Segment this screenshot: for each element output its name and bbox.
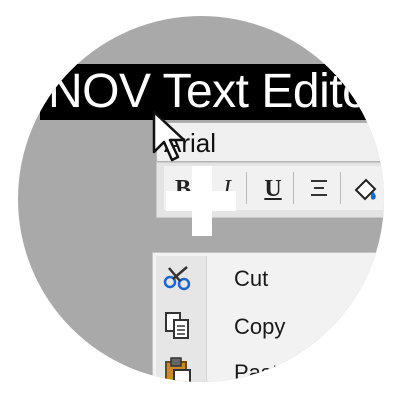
fill-color-icon[interactable] — [348, 172, 382, 206]
scissors-icon — [163, 266, 191, 291]
window-title: NOV Text Editor — [48, 65, 384, 118]
menu-item-label: Copy — [234, 314, 286, 339]
menu-item-label: Paste — [234, 360, 291, 382]
arrow-cursor-icon — [152, 110, 186, 162]
crosshair-cursor-icon — [166, 191, 236, 211]
menu-item-cut[interactable]: Cut — [156, 260, 384, 300]
copy-icon — [165, 312, 189, 339]
magnifier-lens: NOV Text Editor Arial B I U Cut Copy Pas… — [18, 16, 384, 382]
underline-button[interactable]: U — [256, 172, 290, 206]
paste-icon — [165, 357, 191, 382]
menu-item-label: Cut — [234, 266, 269, 291]
menu-item-paste[interactable]: Paste — [156, 354, 384, 382]
separator — [246, 172, 247, 204]
separator — [340, 172, 341, 204]
align-center-icon[interactable] — [302, 172, 336, 206]
menu-item-copy[interactable]: Copy — [156, 308, 384, 348]
separator — [293, 172, 294, 204]
